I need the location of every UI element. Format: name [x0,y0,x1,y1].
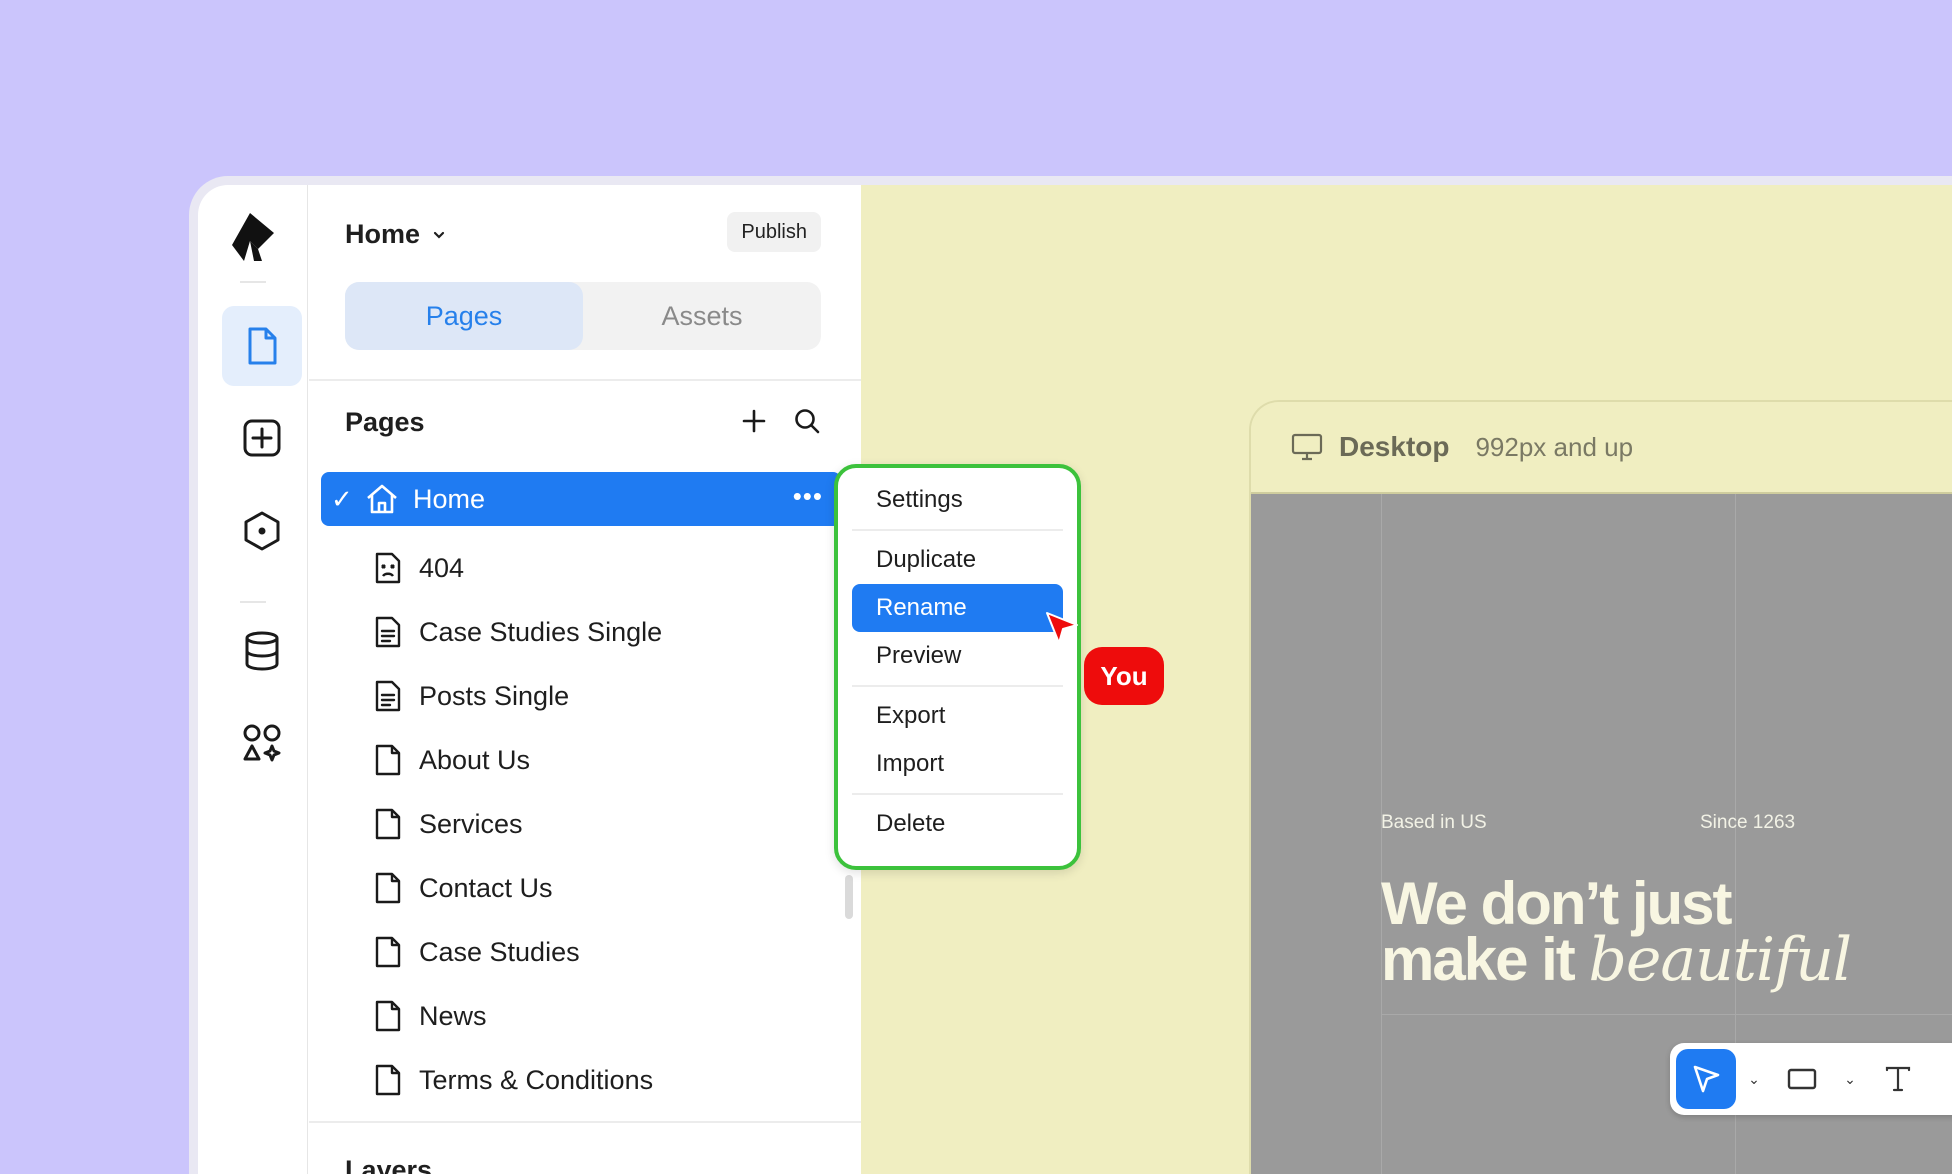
page-item-home[interactable]: ✓ Home ••• [321,472,841,526]
search-icon[interactable] [793,407,821,435]
page-item-case-studies[interactable]: Case Studies [321,920,841,984]
icon-rail [198,185,308,1174]
page-list-scrollbar[interactable] [845,875,853,919]
rail-divider [240,281,266,283]
hero-line-1: We don’t just [1381,870,1733,937]
home-icon [365,482,399,516]
page-icon [371,807,405,841]
page-icon [371,871,405,905]
page-item-label: Posts Single [419,680,570,711]
grid-line [1381,1014,1952,1015]
template-page-icon [371,615,405,649]
frame-header: Desktop 992px and up [1251,402,1952,494]
select-tool-button[interactable] [1676,1049,1736,1109]
page-item-label: Case Studies Single [419,616,663,647]
page-item-label: Services [419,808,523,839]
menu-divider [852,529,1063,531]
grid-line [1381,494,1382,1174]
page-item-label: 404 [419,552,465,583]
layers-section-title: Layers [345,1155,433,1174]
menu-item-rename[interactable]: Rename [852,584,1063,632]
rail-components-button[interactable] [222,491,302,571]
page-icon [371,1063,405,1097]
menu-item-import[interactable]: Import [852,740,1063,788]
page-item-terms-conditions[interactable]: Terms & Conditions [321,1048,841,1112]
page-item-label: About Us [419,744,531,775]
chevron-down-icon[interactable]: ⌄ [1744,1071,1764,1088]
page-icon [371,935,405,969]
text-tool-button[interactable] [1868,1049,1928,1109]
page-item-label: Case Studies [419,936,580,967]
page-item-case-studies-single[interactable]: Case Studies Single [321,600,841,664]
menu-item-settings[interactable]: Settings [852,476,1063,524]
pages-section-title: Pages [345,407,425,437]
page-item-contact-us[interactable]: Contact Us [321,856,841,920]
panel-divider [309,1121,861,1123]
menu-item-duplicate[interactable]: Duplicate [852,536,1063,584]
menu-divider [852,793,1063,795]
menu-item-export[interactable]: Export [852,692,1063,740]
menu-item-preview[interactable]: Preview [852,632,1063,680]
page-item-about-us[interactable]: About Us [321,728,841,792]
error-page-icon [371,551,405,585]
hero-tag-right[interactable]: Since 1263 [1700,812,1795,834]
page-item-404[interactable]: 404 [321,536,841,600]
breakpoint-name: Desktop [1339,431,1450,462]
add-page-icon[interactable] [741,408,767,434]
hero-line-2: make it beautiful [1381,930,1852,991]
rectangle-icon [1787,1068,1817,1090]
tab-pages[interactable]: Pages [345,282,583,350]
pages-section-actions [741,407,821,435]
page-item-label: Home [413,483,486,514]
canvas-toolbar: ⌄ ⌄ [1670,1043,1952,1115]
page-icon [248,327,277,365]
hero-heading[interactable]: We don’t just make it beautiful [1381,870,1852,991]
page-item-services[interactable]: Services [321,792,841,856]
page-icon [371,999,405,1033]
apps-icon [243,724,281,762]
page-list: ✓ Home ••• 404 Case Studies Single Posts… [321,472,841,1112]
page-switcher[interactable]: Home [345,219,446,250]
hexagon-icon [244,511,280,551]
tab-assets[interactable]: Assets [583,282,821,350]
panel-divider [309,379,861,381]
more-options-icon[interactable]: ••• [793,481,823,512]
hero-line-2-text: make it [1381,926,1576,993]
rail-divider [240,601,266,603]
chevron-down-icon[interactable]: ⌄ [1840,1071,1860,1088]
check-icon: ✓ [331,483,353,514]
hero-tag-left[interactable]: Based in US [1381,812,1487,834]
template-page-icon [371,679,405,713]
page-item-posts-single[interactable]: Posts Single [321,664,841,728]
chevron-down-icon [433,231,445,239]
page-icon [371,743,405,777]
page-item-label: Contact Us [419,872,553,903]
pages-panel: Home Publish Pages Assets Pages ✓ Home •… [309,185,861,1174]
panel-tabs: Pages Assets [345,282,821,350]
page-item-news[interactable]: News [321,984,841,1048]
text-icon [1885,1066,1911,1092]
monitor-icon [1291,433,1323,461]
menu-item-delete[interactable]: Delete [852,800,1063,848]
pointer-icon [1693,1065,1720,1093]
rail-add-button[interactable] [222,398,302,478]
menu-divider [852,685,1063,687]
rail-cms-button[interactable] [222,611,302,691]
breakpoint-range: 992px and up [1475,431,1634,462]
page-item-label: Terms & Conditions [419,1064,654,1095]
publish-button[interactable]: Publish [727,212,821,252]
database-icon [245,631,279,671]
page-context-menu: Settings Duplicate Rename Preview Export… [834,464,1081,870]
rail-apps-button[interactable] [222,703,302,783]
frame-tool-button[interactable] [1772,1049,1832,1109]
hero-script-text: beautiful [1588,925,1852,995]
cursor-badge: You [1084,647,1164,705]
rail-pages-button[interactable] [222,306,302,386]
page-title: Home [345,219,421,249]
page-item-label: News [419,1000,487,1031]
app-logo-icon[interactable] [228,211,278,263]
add-square-icon [243,419,281,457]
cursor-arrow-icon [1046,612,1078,644]
